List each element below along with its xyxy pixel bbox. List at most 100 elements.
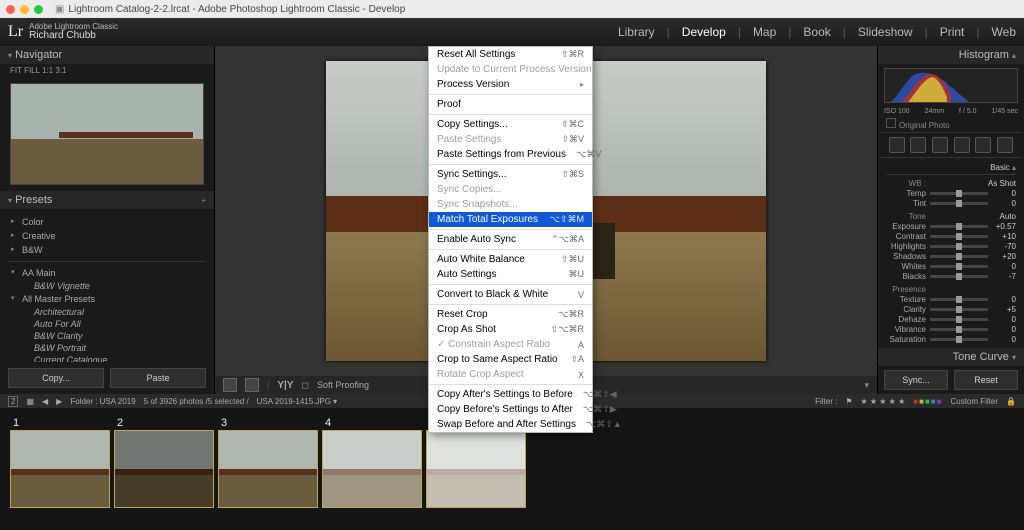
menu-item[interactable]: Copy Before's Settings to After⌥⌘⇧▶ bbox=[429, 402, 592, 417]
close-window-dot[interactable] bbox=[6, 5, 15, 14]
soft-proofing-label[interactable]: Soft Proofing bbox=[317, 380, 369, 390]
preset-group[interactable]: Color bbox=[8, 215, 206, 229]
menu-item[interactable]: Auto Settings⌘U bbox=[429, 267, 592, 282]
rating-filter-icon[interactable]: ★ ★ ★ ★ ★ bbox=[861, 397, 906, 406]
preset-group[interactable]: B&W bbox=[8, 243, 206, 257]
menu-item[interactable]: Process Version▸ bbox=[429, 77, 592, 92]
slider-highlights[interactable]: Highlights-70 bbox=[886, 242, 1016, 251]
second-window-icon[interactable]: 2 bbox=[8, 396, 18, 407]
preset-item[interactable]: Architectural bbox=[8, 306, 206, 318]
slider-vibrance[interactable]: Vibrance0 bbox=[886, 325, 1016, 334]
slider-shadows[interactable]: Shadows+20 bbox=[886, 252, 1016, 261]
yy-icon[interactable]: Y|Y bbox=[277, 380, 293, 391]
grad-tool-icon[interactable] bbox=[954, 137, 970, 153]
preset-group[interactable]: AA Main bbox=[8, 266, 206, 280]
slider-exposure[interactable]: Exposure+0.57 bbox=[886, 222, 1016, 231]
folder-path[interactable]: Folder : USA 2019 bbox=[70, 397, 135, 406]
brush-tool-icon[interactable] bbox=[997, 137, 1013, 153]
navigator-thumbnail[interactable] bbox=[10, 83, 204, 185]
crop-tool-icon[interactable] bbox=[889, 137, 905, 153]
module-map[interactable]: Map bbox=[753, 25, 776, 39]
filmstrip-thumb[interactable]: 3 bbox=[218, 430, 318, 508]
module-nav: Library|Develop|Map|Book|Slideshow|Print… bbox=[618, 25, 1016, 39]
histogram-header[interactable]: Histogram ▴ bbox=[878, 46, 1024, 64]
navigator-zoom-levels[interactable]: FIT FILL 1:1 3:1 bbox=[0, 64, 214, 77]
spot-tool-icon[interactable] bbox=[910, 137, 926, 153]
local-tools-row bbox=[880, 132, 1022, 158]
menu-item[interactable]: Crop to Same Aspect Ratio⇧A bbox=[429, 352, 592, 367]
slider-contrast[interactable]: Contrast+10 bbox=[886, 232, 1016, 241]
zoom-window-dot[interactable] bbox=[34, 5, 43, 14]
navigator-header[interactable]: ▾ Navigator bbox=[0, 46, 214, 64]
before-after-icon[interactable] bbox=[245, 378, 259, 392]
histogram[interactable] bbox=[884, 68, 1018, 103]
flag-filter-icon[interactable]: ⚑ bbox=[845, 397, 852, 406]
menu-item[interactable]: Enable Auto Sync⌃⌥⌘A bbox=[429, 232, 592, 247]
menu-item[interactable]: Copy After's Settings to Before⌥⌘⇧◀ bbox=[429, 387, 592, 402]
redeye-tool-icon[interactable] bbox=[932, 137, 948, 153]
preset-item[interactable]: B&W Clarity bbox=[8, 330, 206, 342]
preset-item[interactable]: Auto For All bbox=[8, 318, 206, 330]
filter-lock-icon[interactable]: 🔒 bbox=[1006, 397, 1016, 406]
preset-group[interactable]: All Master Presets bbox=[8, 292, 206, 306]
presets-header[interactable]: ▾ Presets + bbox=[0, 191, 214, 209]
custom-filter[interactable]: Custom Filter bbox=[950, 397, 998, 406]
menu-item[interactable]: Reset All Settings⇧⌘R bbox=[429, 47, 592, 62]
module-print[interactable]: Print bbox=[940, 25, 965, 39]
slider-tint[interactable]: Tint0 bbox=[886, 199, 1016, 208]
menu-item: Sync Snapshots... bbox=[429, 197, 592, 212]
module-web[interactable]: Web bbox=[992, 25, 1016, 39]
color-filter-icons[interactable]: ■■■■■ bbox=[913, 397, 942, 406]
menu-item: ✓ Constrain Aspect RatioA bbox=[429, 337, 592, 352]
filmstrip-thumb[interactable]: 1 bbox=[10, 430, 110, 508]
menu-item[interactable]: Sync Settings...⇧⌘S bbox=[429, 167, 592, 182]
menu-item[interactable]: Match Total Exposures⌥⇧⌘M bbox=[429, 212, 592, 227]
slider-whites[interactable]: Whites0 bbox=[886, 262, 1016, 271]
menu-item[interactable]: Convert to Black & WhiteV bbox=[429, 287, 592, 302]
module-library[interactable]: Library bbox=[618, 25, 655, 39]
preset-item[interactable]: B&W Portrait bbox=[8, 342, 206, 354]
center-column: | Y|Y ◻︎ Soft Proofing ▾ Reset All Setti… bbox=[215, 46, 877, 394]
preset-item[interactable]: Current Catalogue bbox=[8, 354, 206, 362]
photo-count: 5 of 3926 photos /5 selected / bbox=[144, 397, 249, 406]
forward-icon[interactable]: ▶ bbox=[56, 397, 62, 406]
filmstrip-thumb[interactable]: 4 bbox=[322, 430, 422, 508]
presets-add-icon[interactable]: + bbox=[201, 196, 206, 205]
filmstrip-thumb[interactable]: 2 bbox=[114, 430, 214, 508]
sync-button[interactable]: Sync... bbox=[884, 370, 948, 390]
copy-button[interactable]: Copy... bbox=[8, 368, 104, 388]
menu-item[interactable]: Auto White Balance⇧⌘U bbox=[429, 252, 592, 267]
current-filename[interactable]: USA 2019-1415.JPG ▾ bbox=[257, 397, 338, 406]
slider-dehaze[interactable]: Dehaze0 bbox=[886, 315, 1016, 324]
slider-blacks[interactable]: Blacks-7 bbox=[886, 272, 1016, 281]
presets-panel: ColorCreativeB&W AA MainB&W VignetteAll M… bbox=[0, 209, 214, 362]
slider-temp[interactable]: Temp0 bbox=[886, 189, 1016, 198]
app-header: Lr Adobe Lightroom Classic Richard Chubb… bbox=[0, 18, 1024, 46]
radial-tool-icon[interactable] bbox=[975, 137, 991, 153]
menu-item: Paste Settings⇧⌘V bbox=[429, 132, 592, 147]
toolbar-expand-icon[interactable]: ▾ bbox=[864, 380, 869, 391]
preset-item[interactable]: B&W Vignette bbox=[8, 280, 206, 292]
tone-curve-header[interactable]: Tone Curve ▾ bbox=[878, 348, 1024, 366]
menu-item[interactable]: Copy Settings...⇧⌘C bbox=[429, 117, 592, 132]
back-icon[interactable]: ◀ bbox=[42, 397, 48, 406]
menu-item[interactable]: Swap Before and After Settings⌥⌘⇧▲ bbox=[429, 417, 592, 432]
menu-item[interactable]: Reset Crop⌥⌘R bbox=[429, 307, 592, 322]
menu-item[interactable]: Proof bbox=[429, 97, 592, 112]
minimize-window-dot[interactable] bbox=[20, 5, 29, 14]
module-develop[interactable]: Develop bbox=[682, 25, 726, 39]
slider-clarity[interactable]: Clarity+5 bbox=[886, 305, 1016, 314]
slider-saturation[interactable]: Saturation0 bbox=[886, 335, 1016, 344]
filmstrip-thumb[interactable]: 5 bbox=[426, 430, 526, 508]
module-slideshow[interactable]: Slideshow bbox=[858, 25, 913, 39]
loupe-view-icon[interactable] bbox=[223, 378, 237, 392]
menu-item[interactable]: Paste Settings from Previous⌥⌘V bbox=[429, 147, 592, 162]
slider-texture[interactable]: Texture0 bbox=[886, 295, 1016, 304]
menu-item[interactable]: Crop As Shot⇧⌥⌘R bbox=[429, 322, 592, 337]
left-panel: ▾ Navigator FIT FILL 1:1 3:1 ▾ Presets +… bbox=[0, 46, 215, 394]
reset-button[interactable]: Reset bbox=[954, 370, 1018, 390]
preset-group[interactable]: Creative bbox=[8, 229, 206, 243]
grid-icon[interactable]: ▦ bbox=[26, 397, 34, 406]
module-book[interactable]: Book bbox=[803, 25, 830, 39]
paste-button[interactable]: Paste bbox=[110, 368, 206, 388]
